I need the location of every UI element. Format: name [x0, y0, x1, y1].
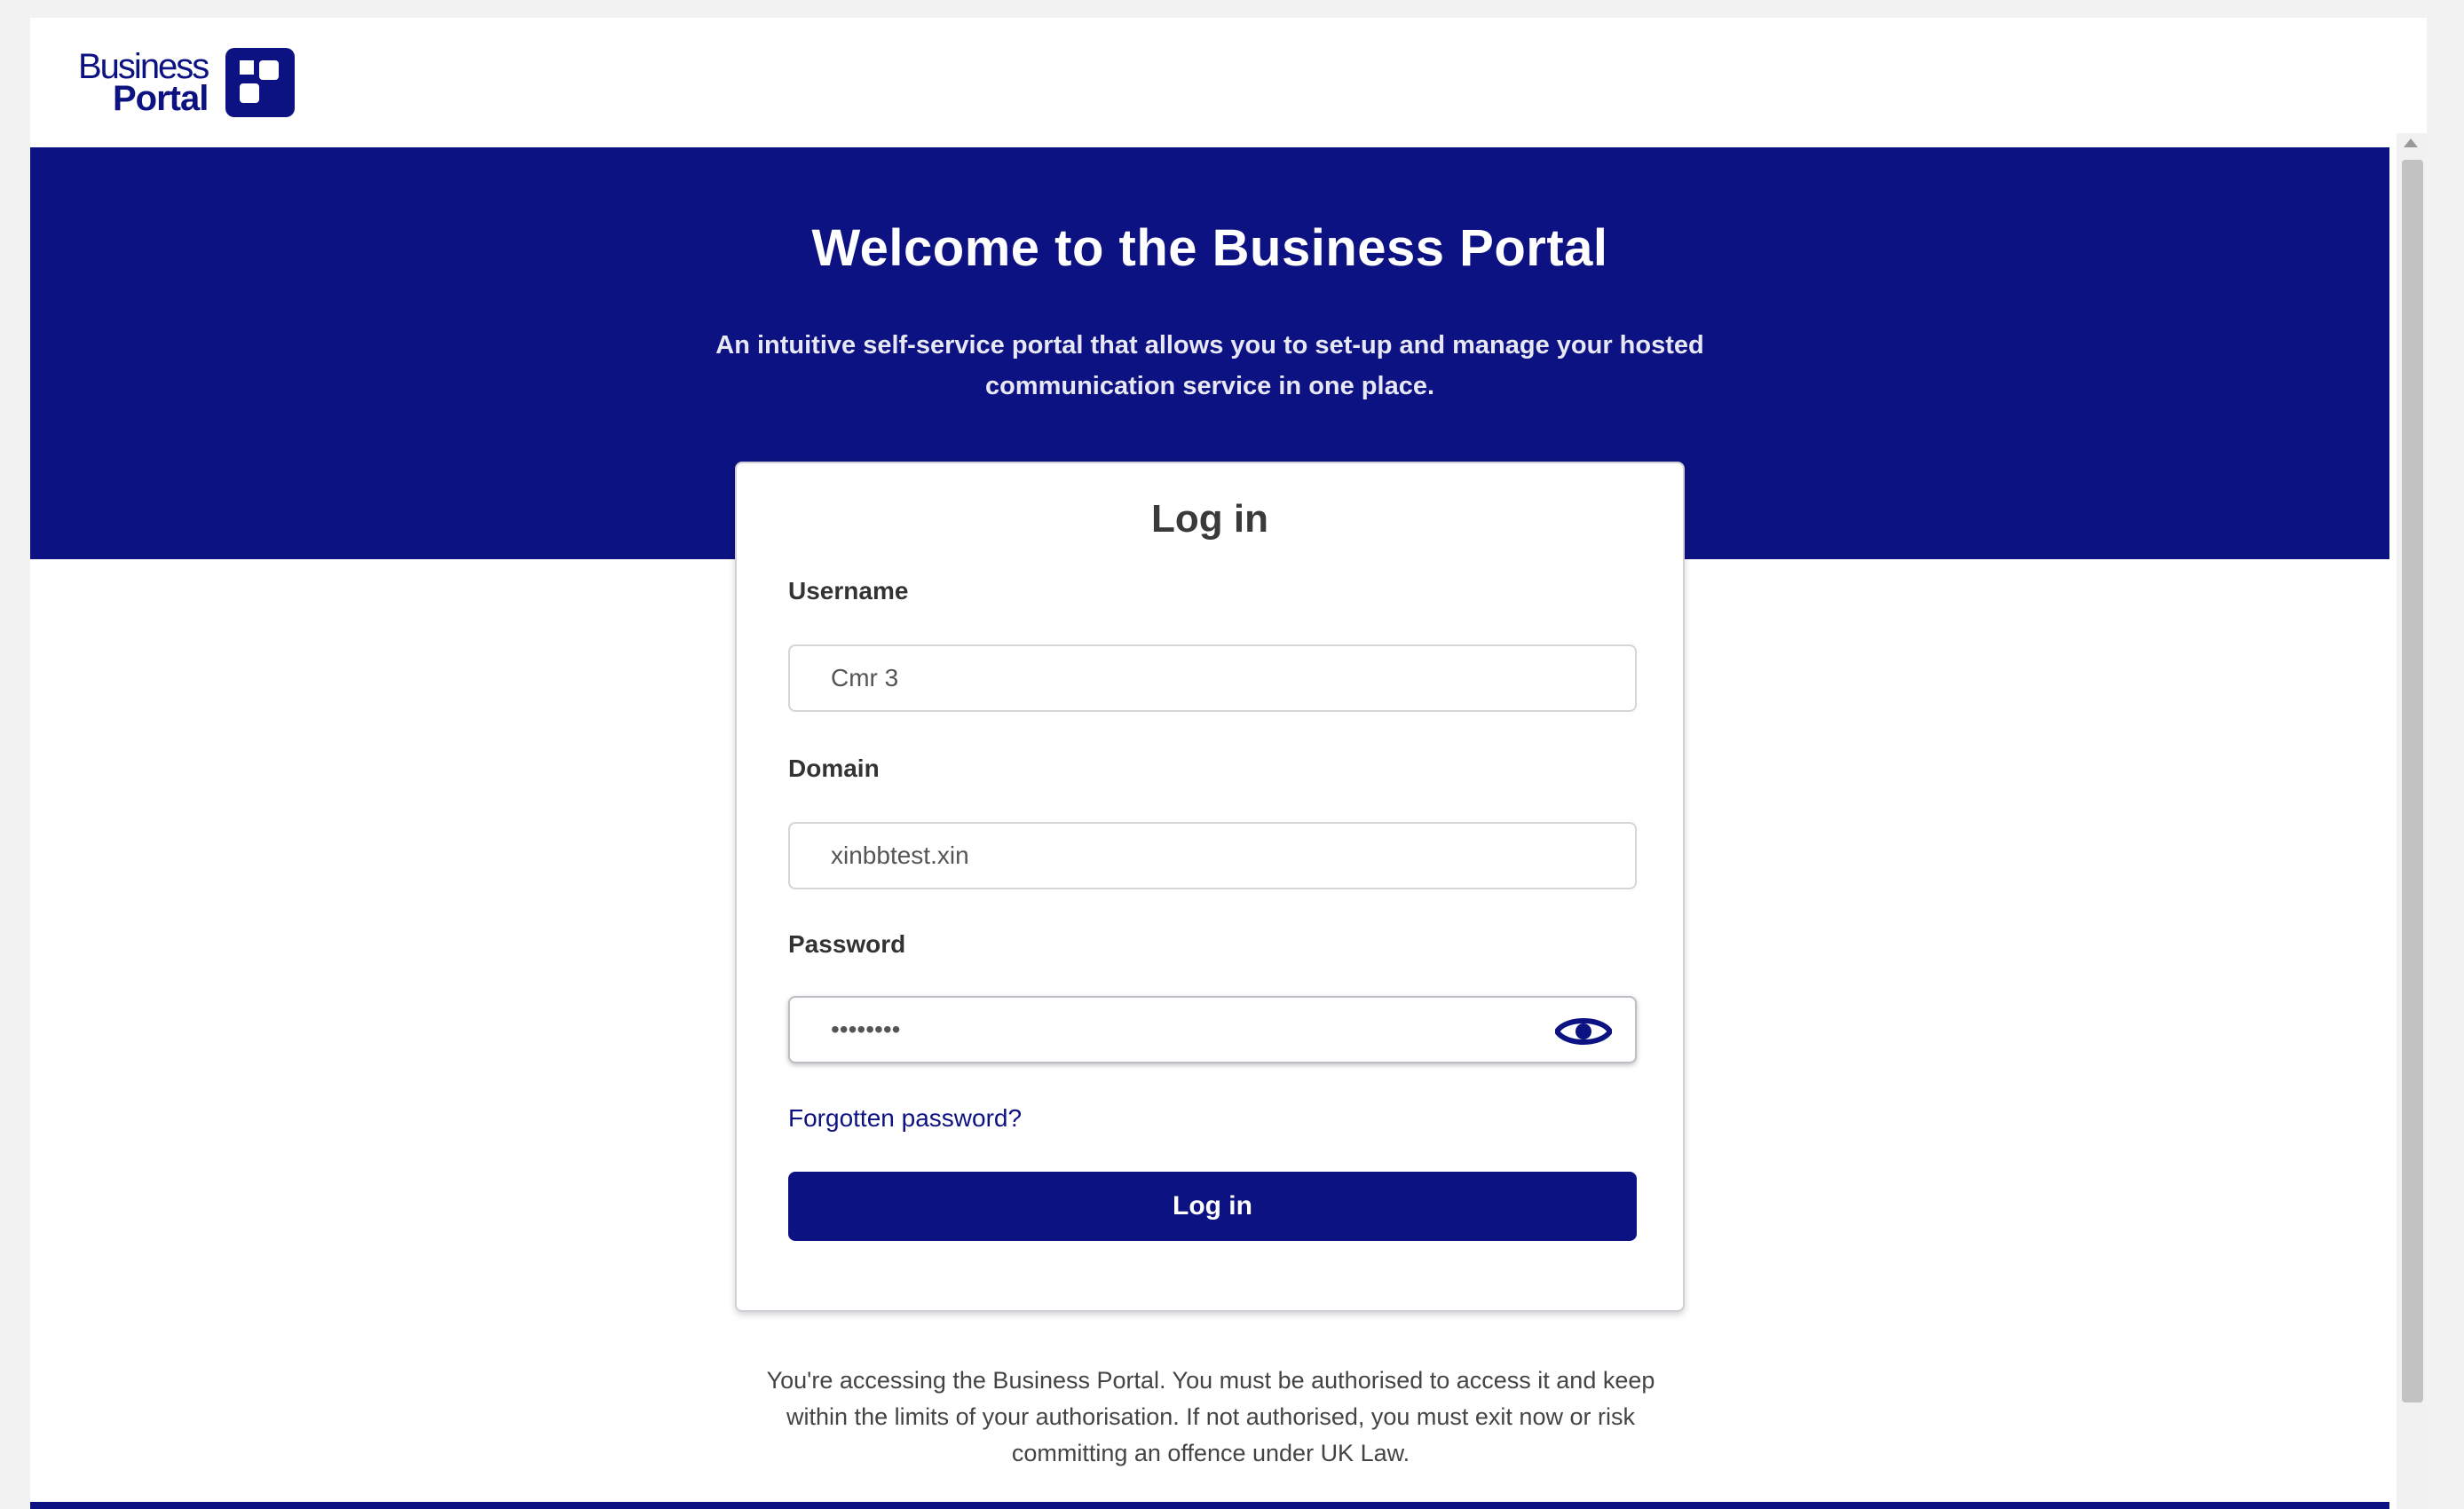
browser-viewport: Business Portal Welcome to the Business … — [30, 18, 2427, 1509]
legal-disclaimer: You're accessing the Business Portal. Yo… — [766, 1367, 1655, 1466]
scroll-up-icon[interactable] — [2404, 138, 2418, 147]
username-label: Username — [788, 577, 909, 604]
hero-subtitle: An intuitive self-service portal that al… — [715, 331, 1704, 400]
footer-strip — [30, 1502, 2389, 1509]
logo-mark-icon — [225, 48, 296, 117]
scrollbar-thumb[interactable] — [2402, 160, 2423, 1402]
domain-label: Domain — [788, 754, 880, 782]
login-title: Log in — [1151, 497, 1268, 541]
page-title: Welcome to the Business Portal — [811, 219, 1608, 277]
logo-wordmark: Business Portal — [78, 49, 209, 118]
login-card: Log in Username Domain Password Forgotte… — [735, 462, 1685, 1312]
login-button[interactable]: Log in — [788, 1172, 1637, 1241]
forgot-password-link[interactable]: Forgotten password? — [788, 1104, 1022, 1133]
username-input[interactable] — [790, 663, 1635, 693]
password-input[interactable] — [790, 1015, 1635, 1045]
username-field[interactable] — [788, 644, 1637, 712]
business-portal-logo[interactable]: Business Portal — [78, 43, 296, 122]
logo-line-2: Portal — [112, 79, 209, 118]
page-scrollbar[interactable] — [2397, 133, 2427, 1509]
domain-field[interactable] — [788, 822, 1637, 889]
password-field[interactable] — [788, 996, 1637, 1063]
domain-input[interactable] — [790, 841, 1635, 871]
top-bar: Business Portal — [30, 18, 2389, 151]
password-label: Password — [788, 930, 906, 958]
eye-icon[interactable] — [1555, 1012, 1612, 1051]
